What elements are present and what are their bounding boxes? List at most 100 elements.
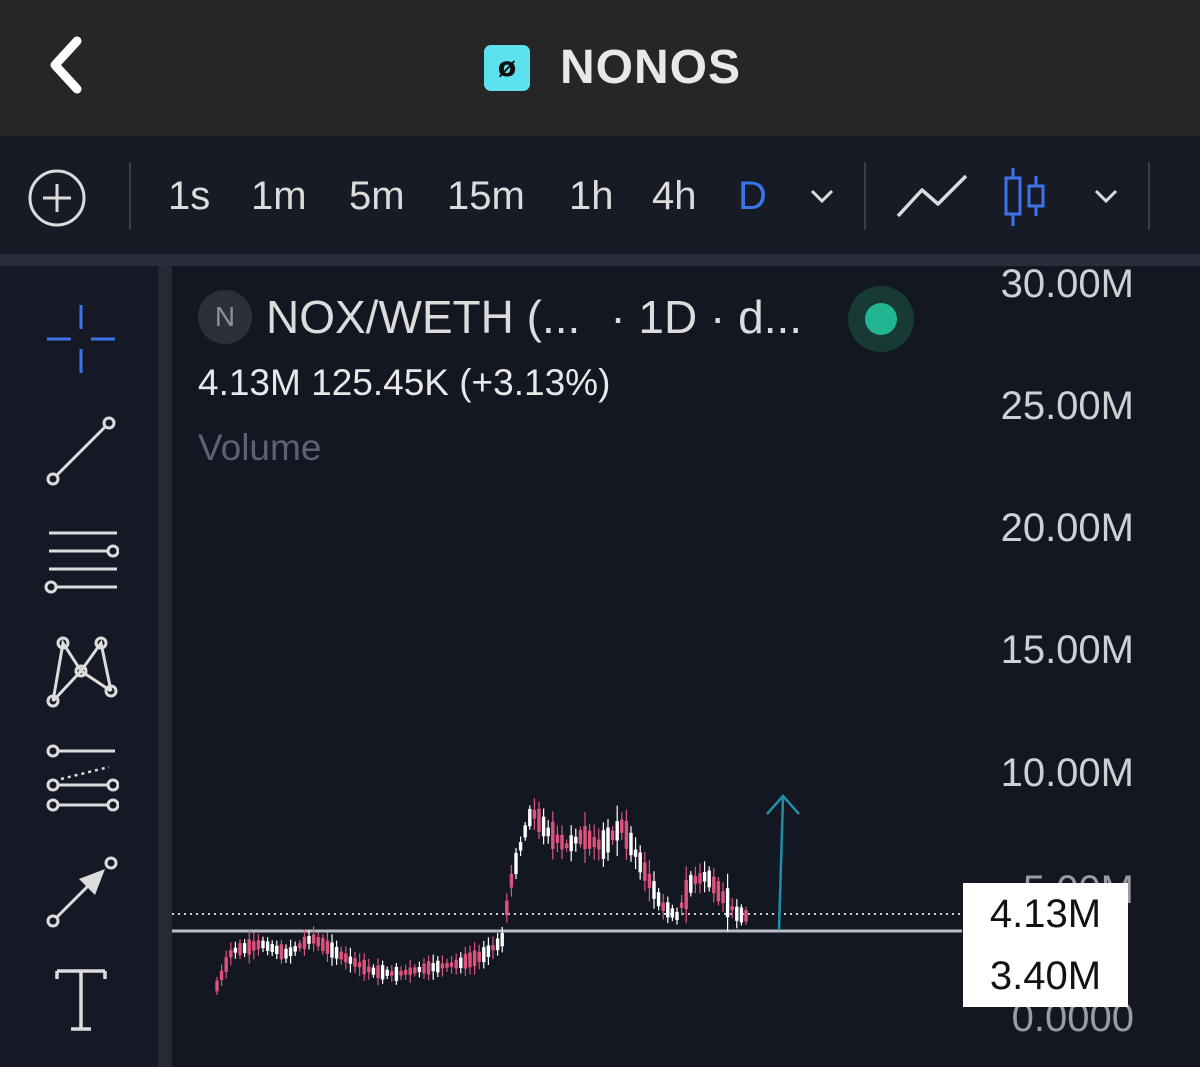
- timeframe-4h[interactable]: 4h: [652, 172, 697, 220]
- line-chart-button[interactable]: [894, 170, 970, 222]
- candle-body: [491, 945, 495, 951]
- toolbar-separator: [129, 162, 131, 230]
- candle-body: [284, 948, 288, 959]
- candle-body: [229, 950, 233, 958]
- plus-circle-icon: [28, 169, 86, 227]
- candle-body: [735, 906, 739, 921]
- candle-body: [587, 830, 592, 849]
- candle-body: [449, 962, 454, 967]
- candle-body: [495, 938, 500, 951]
- candle-body: [459, 957, 463, 968]
- candle-body: [721, 891, 725, 904]
- axis-label: 10.00M: [1000, 751, 1134, 795]
- candle-body: [716, 881, 721, 902]
- candle-body: [643, 862, 647, 881]
- symbol-badge: N: [198, 290, 252, 344]
- timeframe-1m[interactable]: 1m: [251, 172, 307, 220]
- pattern-icon: [46, 636, 118, 708]
- candle-body: [679, 902, 684, 908]
- text-tool[interactable]: [38, 956, 124, 1042]
- symbol-interval: · 1D · d...: [610, 291, 803, 343]
- page-title: NONOS: [560, 41, 742, 94]
- chevron-down-icon: [1094, 189, 1118, 204]
- candle-body: [620, 819, 624, 833]
- timeframe-15m[interactable]: 15m: [447, 172, 525, 220]
- candle-body: [666, 902, 670, 918]
- line-chart-icon: [896, 174, 968, 218]
- candle-body: [482, 947, 486, 963]
- candle-body: [597, 839, 601, 850]
- fib-tool[interactable]: [38, 738, 124, 824]
- timeframe-d[interactable]: D: [738, 172, 767, 220]
- candle-body: [486, 945, 491, 958]
- candle-body: [325, 940, 330, 954]
- candle-body: [560, 835, 564, 850]
- candle-body: [564, 843, 569, 849]
- candle-body: [219, 970, 224, 980]
- add-indicator-button[interactable]: [27, 168, 87, 228]
- candle-body: [376, 965, 380, 978]
- candle-body: [233, 947, 238, 953]
- horizontal-lines-tool[interactable]: [38, 520, 124, 606]
- candle-body: [270, 944, 274, 953]
- candle-body: [712, 876, 716, 894]
- candle-body: [518, 842, 523, 851]
- candle-body: [279, 944, 284, 960]
- timeframe-1s[interactable]: 1s: [168, 172, 210, 220]
- drawing-toolbar: [0, 266, 158, 1067]
- candle-body: [431, 963, 435, 972]
- chart-type-dropdown[interactable]: [1090, 184, 1122, 208]
- candle-body: [302, 936, 307, 949]
- axis-label: 25.00M: [1000, 384, 1134, 428]
- trend-line-tool[interactable]: [38, 408, 124, 494]
- candle-body: [367, 966, 371, 973]
- candle-body: [500, 932, 504, 947]
- candle-body: [275, 945, 279, 955]
- candle-body: [445, 962, 449, 968]
- candle-body: [744, 910, 748, 922]
- timeframe-5m[interactable]: 5m: [349, 172, 405, 220]
- current-price-tag: 4.13M: [963, 883, 1128, 945]
- candle-body: [307, 935, 311, 944]
- live-status-icon: [848, 286, 914, 352]
- candle-body: [707, 870, 711, 888]
- candle-body: [385, 969, 389, 976]
- candle-body: [242, 943, 247, 953]
- candle-body: [252, 941, 256, 951]
- candle-body: [390, 971, 394, 976]
- crosshair-tool[interactable]: [38, 296, 124, 382]
- timeframe-dropdown[interactable]: [806, 184, 838, 208]
- chart-legend: N NOX/WETH (... · 1D · d...: [198, 290, 802, 344]
- candle-body: [725, 888, 730, 918]
- candle-body: [583, 826, 587, 849]
- chevron-down-icon: [810, 189, 834, 204]
- timeframe-1h[interactable]: 1h: [569, 172, 614, 220]
- candle-body: [247, 939, 251, 955]
- candle-body: [408, 967, 412, 976]
- candle-body: [629, 832, 633, 856]
- candle-body: [578, 829, 583, 845]
- arrow-tool[interactable]: [38, 848, 124, 934]
- candle-body: [528, 808, 532, 827]
- toolbar-separator: [864, 162, 866, 230]
- candle-body: [633, 849, 638, 857]
- candle-body: [288, 947, 293, 957]
- candlestick-chart-button[interactable]: [1000, 166, 1050, 228]
- candle-body: [652, 881, 656, 899]
- symbol-pair[interactable]: NOX/WETH (...: [266, 290, 580, 344]
- candle-body: [606, 827, 610, 853]
- horizontal-lines-icon: [44, 531, 119, 594]
- back-button[interactable]: [30, 28, 100, 102]
- candle-body: [403, 969, 408, 975]
- candle-body: [592, 837, 596, 848]
- candle-body: [601, 830, 606, 859]
- chart-toolbar: 1s 1m 5m 15m 1h 4h D: [0, 136, 1200, 254]
- volume-label[interactable]: Volume: [198, 427, 321, 469]
- candle-body: [477, 951, 481, 962]
- candle-body: [624, 820, 629, 849]
- panel-gutter: [158, 266, 172, 1067]
- pattern-tool[interactable]: [38, 628, 124, 714]
- token-brand: ø NONOS: [484, 40, 741, 95]
- candle-body: [339, 951, 343, 960]
- crosshair-icon: [47, 305, 115, 373]
